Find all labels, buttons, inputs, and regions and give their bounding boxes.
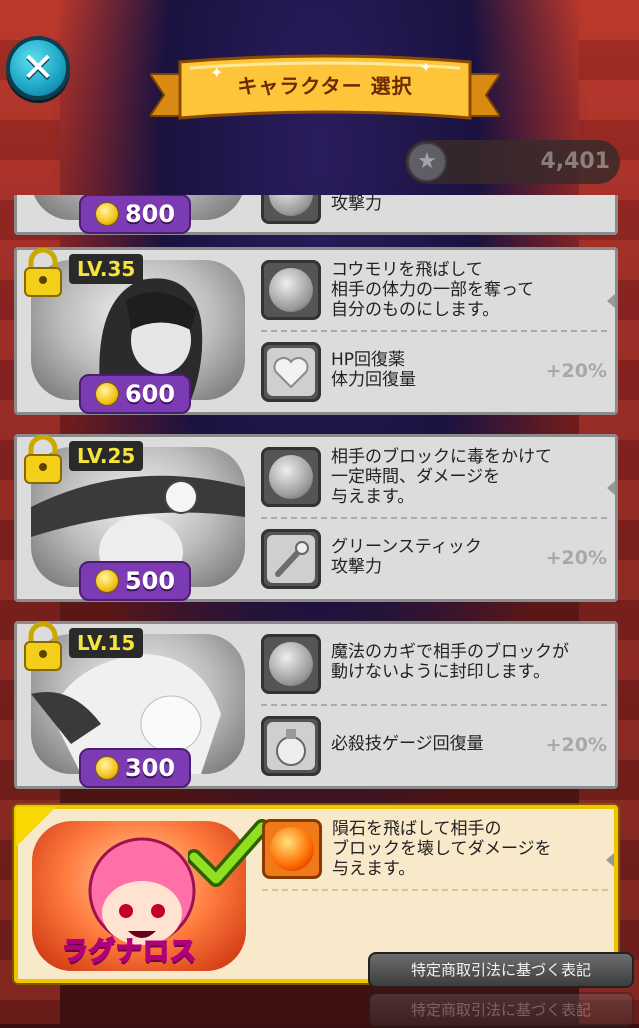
legal-notice-button[interactable]: 特定商取引法に基づく表記 — [368, 952, 634, 988]
item-bonus: +20% — [545, 360, 607, 382]
arrow-left-icon — [606, 853, 614, 867]
green-stick-icon — [261, 529, 321, 589]
item-row: 必殺技ゲージ回復量 +20% — [261, 716, 607, 776]
skill-row: 隕石を飛ばして相手の ブロックを壊してダメージを 与えます。 — [262, 819, 608, 879]
heart-icon — [261, 342, 321, 402]
arrow-left-icon — [607, 294, 615, 308]
price-badge[interactable]: 800 — [79, 195, 191, 234]
price-value: 800 — [124, 200, 176, 228]
item-row: グリーンスティック 攻撃力 +20% — [261, 529, 607, 589]
skill-row: 魔法のカギで相手のブロックが 動けないように封印します。 — [261, 634, 607, 694]
skill-text: 相手のブロックに毒をかけて 一定時間、ダメージを 与えます。 — [331, 447, 552, 507]
legal-notice-shadow: 特定商取引法に基づく表記 — [368, 992, 634, 1028]
page-title: キャラクター 選択 — [237, 74, 413, 98]
close-icon: ✕ — [21, 45, 55, 91]
skill-text: コウモリを飛ばして 相手の体力の一部を奪って 自分のものにします。 — [331, 260, 535, 320]
lock-icon — [24, 622, 62, 671]
coin-icon — [94, 202, 119, 226]
skill-row: 相手のブロックに毒をかけて 一定時間、ダメージを 与えます。 — [261, 447, 607, 507]
item-text: グリーンスティック 攻撃力 — [331, 537, 482, 577]
character-card[interactable]: 800 攻撃力 — [14, 195, 618, 235]
skill-row: 攻撃力 — [261, 195, 607, 224]
divider — [262, 889, 608, 891]
title-ribbon: ✦ ✦ キャラクター 選択 — [148, 50, 502, 132]
skill-text: 隕石を飛ばして相手の ブロックを壊してダメージを 与えます。 — [332, 819, 552, 879]
level-badge: LV.25 — [69, 441, 144, 471]
skill-row: コウモリを飛ばして 相手の体力の一部を奪って 自分のものにします。 — [261, 260, 607, 320]
meteor-skill-icon — [262, 819, 322, 879]
star-count: 4,401 — [540, 149, 610, 174]
poison-skill-icon — [261, 447, 321, 507]
divider — [261, 330, 607, 332]
item-bonus: +20% — [545, 734, 607, 756]
character-name: ラグナロス — [61, 936, 198, 968]
coin-icon — [94, 382, 119, 406]
price-value: 600 — [124, 380, 176, 408]
coin-icon — [94, 756, 119, 780]
price-badge[interactable]: 500 — [79, 561, 191, 601]
item-row: HP回復薬 体力回復量 +20% — [261, 342, 607, 402]
lock-icon — [24, 248, 62, 297]
item-bonus: +20% — [545, 547, 607, 569]
skill-text: 攻撃力 — [331, 195, 382, 214]
divider — [261, 517, 607, 519]
checkmark-icon — [188, 819, 268, 887]
potion-icon — [261, 716, 321, 776]
close-button[interactable]: ✕ — [6, 36, 70, 100]
item-text: 必殺技ゲージ回復量 — [331, 734, 484, 754]
item-text: HP回復薬 体力回復量 — [331, 350, 416, 390]
bat-skill-icon — [261, 260, 321, 320]
character-list[interactable]: 800 攻撃力 LV.35 600 コウモリを飛ばして 相手の体力の一部を奪って… — [0, 195, 639, 1024]
lock-icon — [24, 435, 62, 484]
level-badge: LV.35 — [69, 254, 144, 284]
arrow-left-icon — [607, 481, 615, 495]
key-skill-icon — [261, 634, 321, 694]
price-value: 300 — [124, 754, 176, 782]
divider — [261, 704, 607, 706]
star-icon: ★ — [407, 142, 447, 182]
coin-icon — [94, 569, 119, 593]
price-value: 500 — [124, 567, 176, 595]
skill-icon — [261, 195, 321, 224]
skill-text: 魔法のカギで相手のブロックが 動けないように封印します。 — [331, 642, 569, 682]
character-card[interactable]: LV.35 600 コウモリを飛ばして 相手の体力の一部を奪って 自分のものにし… — [14, 247, 618, 415]
character-card[interactable]: LV.15 300 魔法のカギで相手のブロックが 動けないように封印します。 必… — [14, 621, 618, 789]
character-card[interactable]: LV.25 500 相手のブロックに毒をかけて 一定時間、ダメージを 与えます。… — [14, 434, 618, 602]
star-counter: ★ 4,401 — [405, 140, 620, 184]
level-badge: LV.15 — [69, 628, 144, 658]
price-badge[interactable]: 600 — [79, 374, 191, 414]
price-badge[interactable]: 300 — [79, 748, 191, 788]
